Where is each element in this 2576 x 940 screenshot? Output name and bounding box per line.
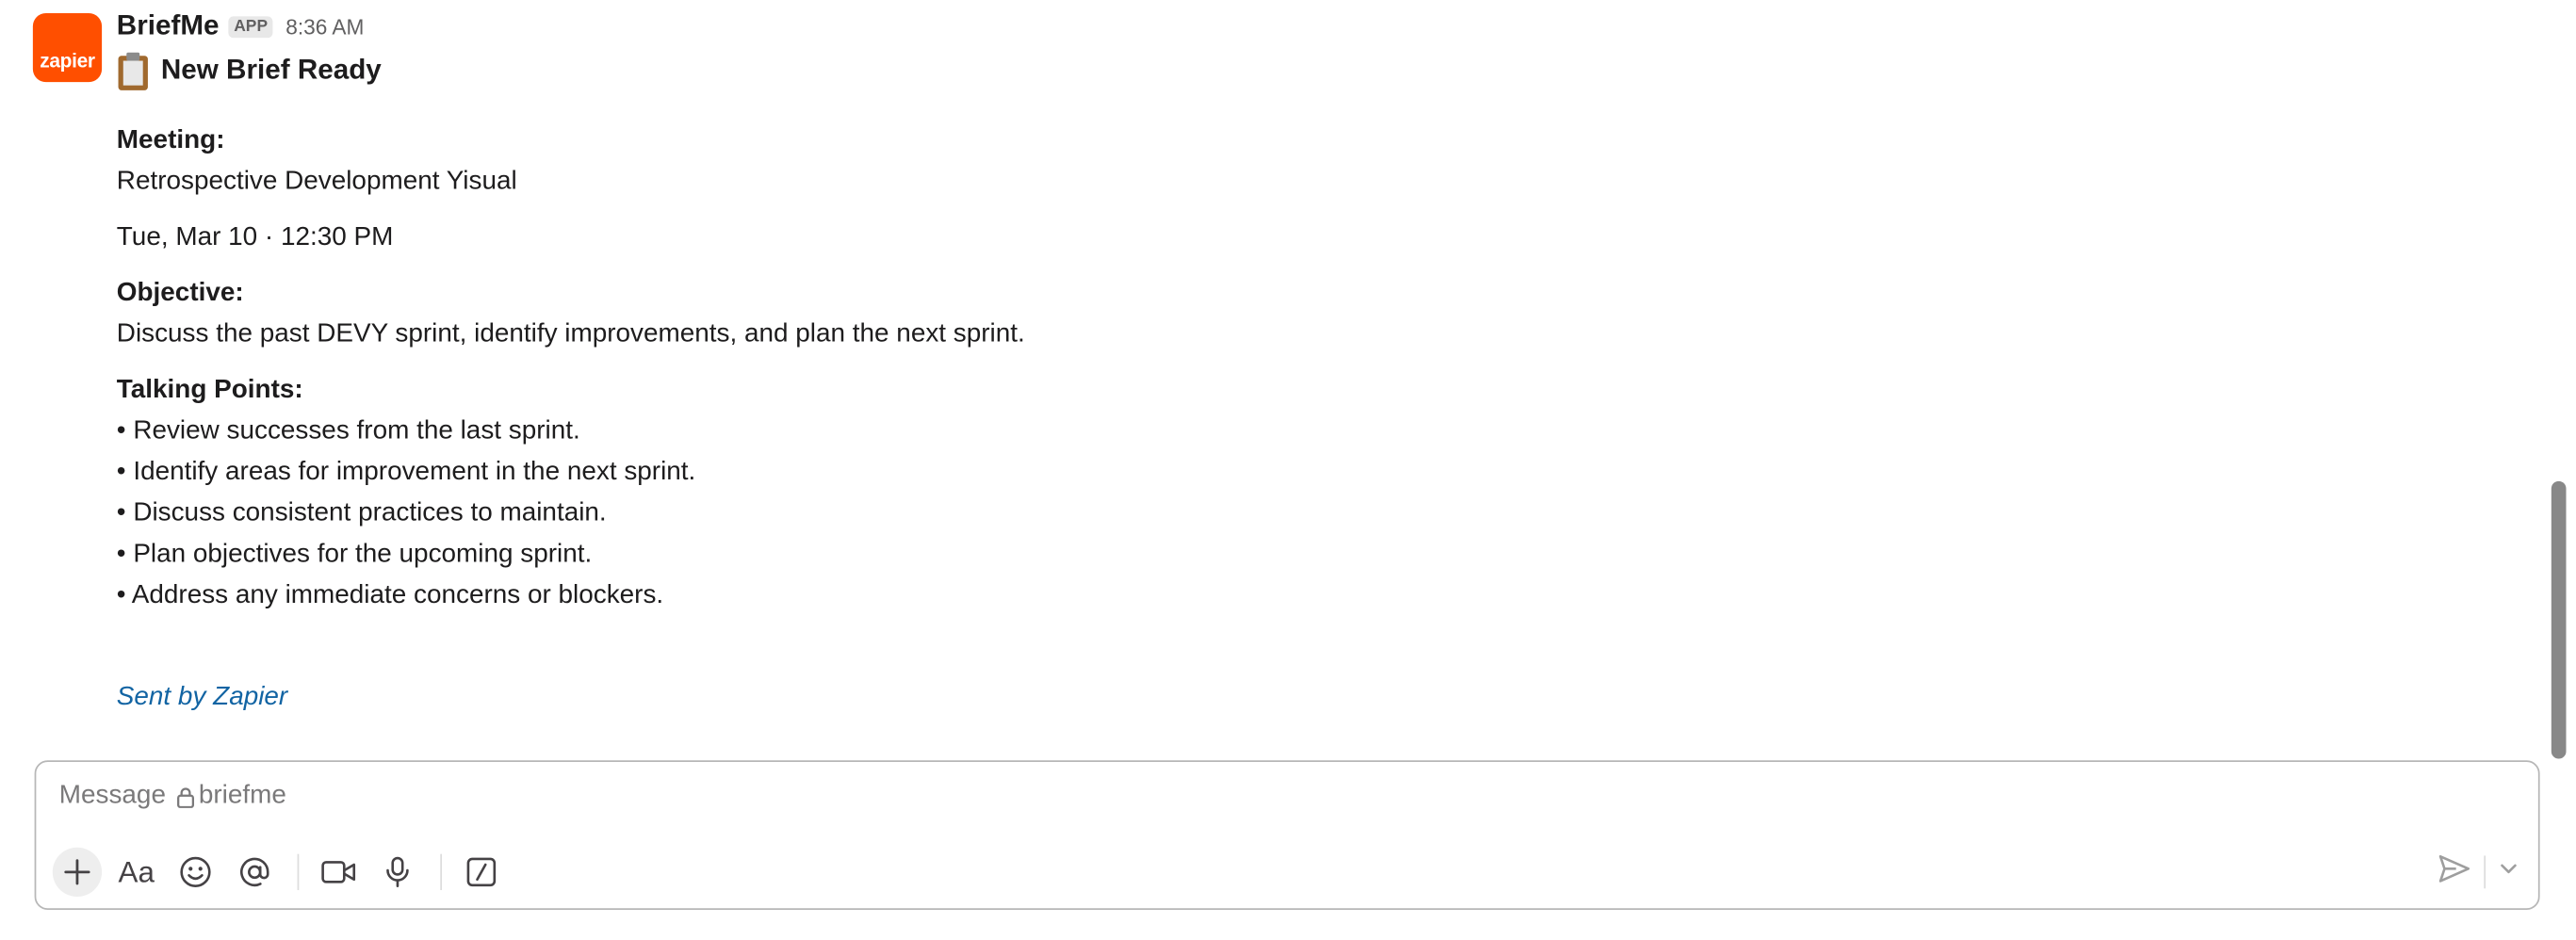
toolbar-divider bbox=[297, 853, 300, 891]
meeting-section: Meeting: Retrospective Development Yisua… bbox=[117, 120, 2417, 202]
meeting-name: Retrospective Development Yisual bbox=[116, 167, 517, 196]
brief-title: New Brief Ready bbox=[117, 49, 2417, 91]
timestamp[interactable]: 8:36 AM bbox=[285, 15, 364, 40]
emoji-icon[interactable] bbox=[171, 848, 220, 897]
composer-toolbar: Aa bbox=[52, 846, 516, 899]
objective-label: Objective: bbox=[116, 279, 244, 308]
message-input[interactable]: Message briefme bbox=[59, 782, 286, 811]
text-format-icon[interactable]: Aa bbox=[112, 848, 161, 897]
send-group bbox=[2438, 851, 2519, 893]
message-placeholder: Message bbox=[58, 781, 166, 810]
list-item: • Address any immediate concerns or bloc… bbox=[116, 581, 664, 609]
video-icon[interactable] bbox=[314, 848, 363, 897]
channel-name: briefme bbox=[198, 781, 286, 810]
slack-channel-view: zapier BriefMe APP 8:36 AM New Brief Rea… bbox=[0, 0, 2576, 938]
meeting-datetime-section: Tue, Mar 10 · 12:30 PM bbox=[117, 217, 2417, 258]
avatar-text: zapier bbox=[40, 49, 95, 73]
sent-by-link[interactable]: Sent by Zapier bbox=[117, 683, 287, 712]
brief-title-text: New Brief Ready bbox=[160, 54, 382, 86]
message-meta: BriefMe APP 8:36 AM bbox=[117, 9, 2417, 45]
clipboard-icon bbox=[117, 51, 150, 90]
talking-points-label: Talking Points: bbox=[116, 376, 303, 404]
chevron-down-icon[interactable] bbox=[2499, 857, 2519, 886]
list-item: • Plan objectives for the upcoming sprin… bbox=[116, 540, 593, 569]
send-divider bbox=[2484, 855, 2486, 889]
message-composer: Message briefme Aa bbox=[34, 760, 2540, 910]
message-body: BriefMe APP 8:36 AM New Brief Ready Meet… bbox=[117, 9, 2417, 615]
lock-icon bbox=[176, 786, 194, 807]
microphone-icon[interactable] bbox=[373, 848, 422, 897]
format-label: Aa bbox=[118, 854, 155, 888]
slash-command-icon[interactable] bbox=[457, 848, 506, 897]
mention-icon[interactable] bbox=[230, 848, 279, 897]
meeting-datetime: Tue, Mar 10 · 12:30 PM bbox=[116, 223, 394, 251]
list-item: • Review successes from the last sprint. bbox=[116, 416, 580, 446]
talking-points-section: Talking Points: • Review successes from … bbox=[117, 369, 2417, 616]
list-item: • Discuss consistent practices to mainta… bbox=[116, 499, 607, 527]
plus-icon[interactable] bbox=[52, 847, 103, 898]
avatar[interactable]: zapier bbox=[32, 12, 103, 83]
meeting-label: Meeting: bbox=[116, 126, 225, 154]
list-item: • Identify areas for improvement in the … bbox=[116, 458, 696, 487]
app-badge: APP bbox=[228, 16, 273, 39]
send-icon[interactable] bbox=[2438, 853, 2471, 891]
scrollbar-thumb[interactable] bbox=[2551, 480, 2567, 759]
objective-section: Objective: Discuss the past DEVY sprint,… bbox=[117, 272, 2417, 354]
objective-text: Discuss the past DEVY sprint, identify i… bbox=[116, 320, 1025, 348]
sender-name[interactable]: BriefMe bbox=[117, 9, 220, 42]
toolbar-divider bbox=[440, 853, 443, 891]
